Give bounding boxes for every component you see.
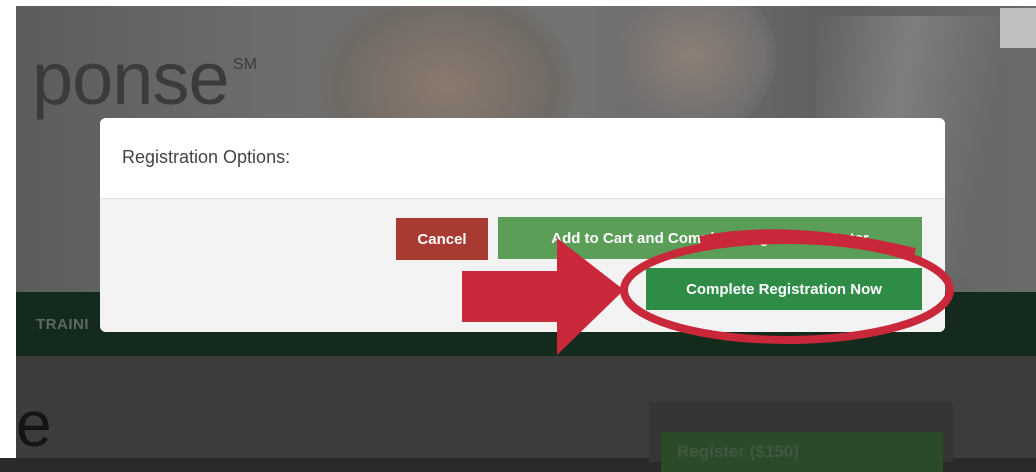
highlight-ellipse (620, 236, 954, 344)
red-arrow-icon (462, 238, 624, 355)
annotation-overlay (462, 229, 954, 355)
